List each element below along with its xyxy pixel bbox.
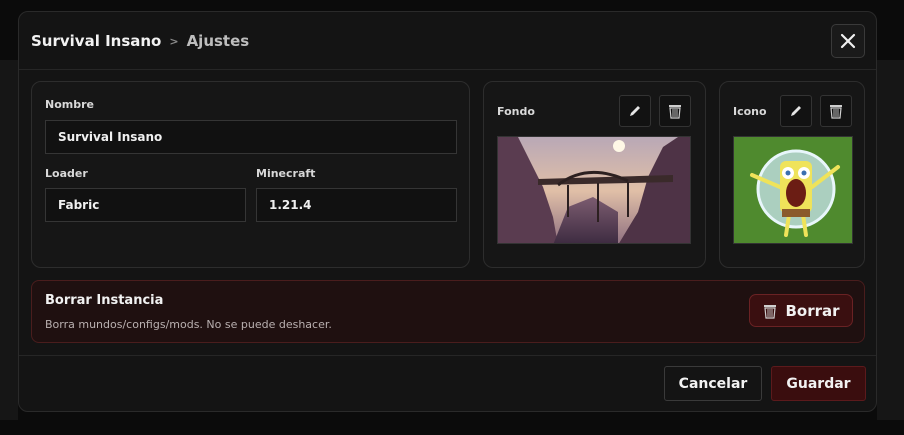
pencil-icon bbox=[630, 106, 640, 116]
general-card: Nombre Survival Insano Loader Fabric Min… bbox=[31, 81, 470, 268]
minecraft-label: Minecraft bbox=[256, 167, 316, 180]
name-label: Nombre bbox=[45, 98, 94, 111]
minecraft-field[interactable]: 1.21.4 bbox=[256, 188, 457, 222]
background-preview-image bbox=[497, 136, 691, 244]
backdrop-panel-right bbox=[877, 60, 904, 420]
delete-instance-button-label: Borrar bbox=[785, 301, 840, 320]
footer-divider bbox=[19, 355, 876, 356]
icon-card: Icono bbox=[719, 81, 865, 268]
close-icon bbox=[840, 33, 856, 49]
delete-instance-panel: Borrar Instancia Borra mundos/configs/mo… bbox=[31, 280, 865, 343]
name-field[interactable]: Survival Insano bbox=[45, 120, 457, 154]
instance-icon-image bbox=[733, 136, 853, 244]
breadcrumb-instance: Survival Insano bbox=[31, 32, 162, 50]
delete-instance-button[interactable]: Borrar bbox=[749, 294, 853, 327]
delete-instance-title: Borrar Instancia bbox=[45, 293, 164, 308]
loader-field[interactable]: Fabric bbox=[45, 188, 246, 222]
edit-icon-button[interactable] bbox=[780, 95, 812, 127]
settings-modal: Survival Insano > Ajustes Nombre Surviva… bbox=[18, 11, 877, 412]
breadcrumb: Survival Insano > Ajustes bbox=[31, 32, 249, 50]
delete-icon-button[interactable] bbox=[820, 95, 852, 127]
background-card: Fondo bbox=[483, 81, 706, 268]
save-button[interactable]: Guardar bbox=[771, 366, 866, 401]
close-button[interactable] bbox=[831, 24, 865, 58]
trash-icon bbox=[764, 304, 777, 319]
delete-instance-description: Borra mundos/configs/mods. No se puede d… bbox=[45, 318, 332, 331]
trash-icon bbox=[830, 105, 842, 119]
delete-background-button[interactable] bbox=[659, 95, 691, 127]
breadcrumb-separator: > bbox=[169, 34, 179, 48]
loader-label: Loader bbox=[45, 167, 88, 180]
cancel-button[interactable]: Cancelar bbox=[664, 366, 762, 401]
pencil-icon bbox=[791, 106, 801, 116]
background-label: Fondo bbox=[497, 105, 535, 118]
breadcrumb-section: Ajustes bbox=[186, 32, 250, 50]
icon-label: Icono bbox=[733, 105, 767, 118]
modal-header: Survival Insano > Ajustes bbox=[19, 12, 876, 70]
trash-icon bbox=[669, 105, 681, 119]
edit-background-button[interactable] bbox=[619, 95, 651, 127]
backdrop-panel bbox=[0, 60, 18, 420]
